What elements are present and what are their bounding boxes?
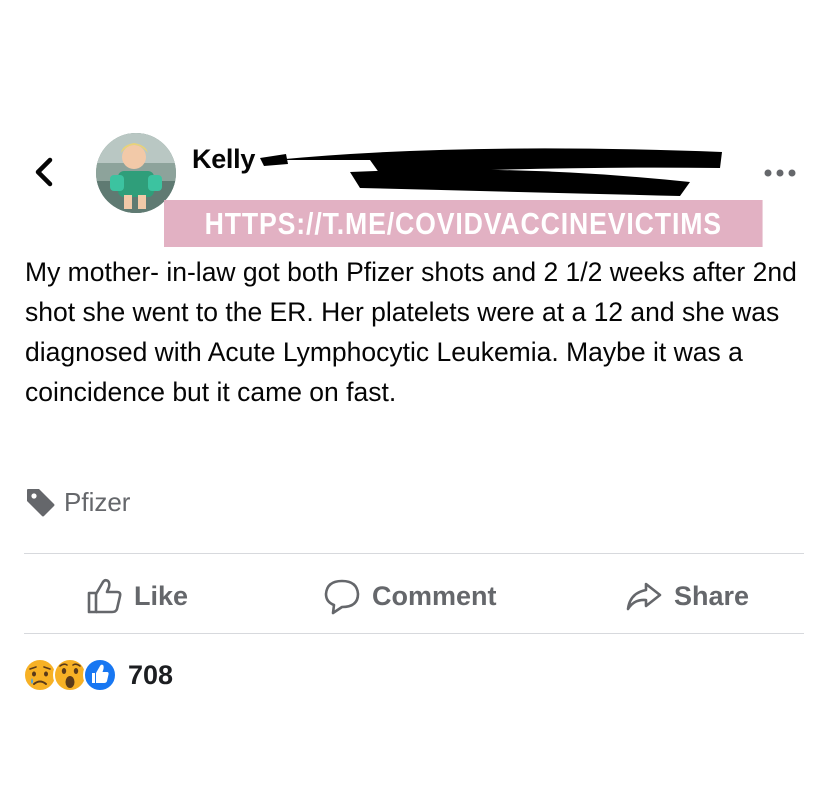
post-tag[interactable]: Pfizer [24,484,130,520]
divider [24,553,804,554]
reaction-count: 708 [128,659,174,690]
tag-icon [27,489,55,517]
thumbs-up-icon [87,578,122,614]
watermark-banner: HTTPS://T.ME/COVIDVACCINEVICTIMS [164,200,763,247]
chevron-left-icon [35,157,53,187]
comment-label: Comment [372,580,497,611]
post-body: My mother- in-law got both Pfizer shots … [25,257,797,407]
divider [24,633,804,634]
tag-label: Pfizer [64,486,131,517]
like-reaction-icon [83,658,117,692]
more-dots-icon [764,169,796,177]
share-label: Share [674,580,750,611]
post-screen: Kelly HTTPS://T.ME/COVIDVACCINEVICTIMS M… [0,0,828,805]
author-name[interactable]: Kelly [192,144,255,175]
back-button[interactable] [28,152,62,192]
share-button[interactable]: Share [624,572,749,620]
more-options-button[interactable] [760,160,800,186]
like-label: Like [134,580,189,611]
like-button[interactable]: Like [84,572,188,620]
redaction-scribble [260,148,722,196]
comment-button[interactable]: Comment [322,572,497,620]
reactions-summary[interactable]: 708 [22,655,173,695]
comment-bubble-icon [324,579,360,615]
share-arrow-icon [626,582,662,611]
